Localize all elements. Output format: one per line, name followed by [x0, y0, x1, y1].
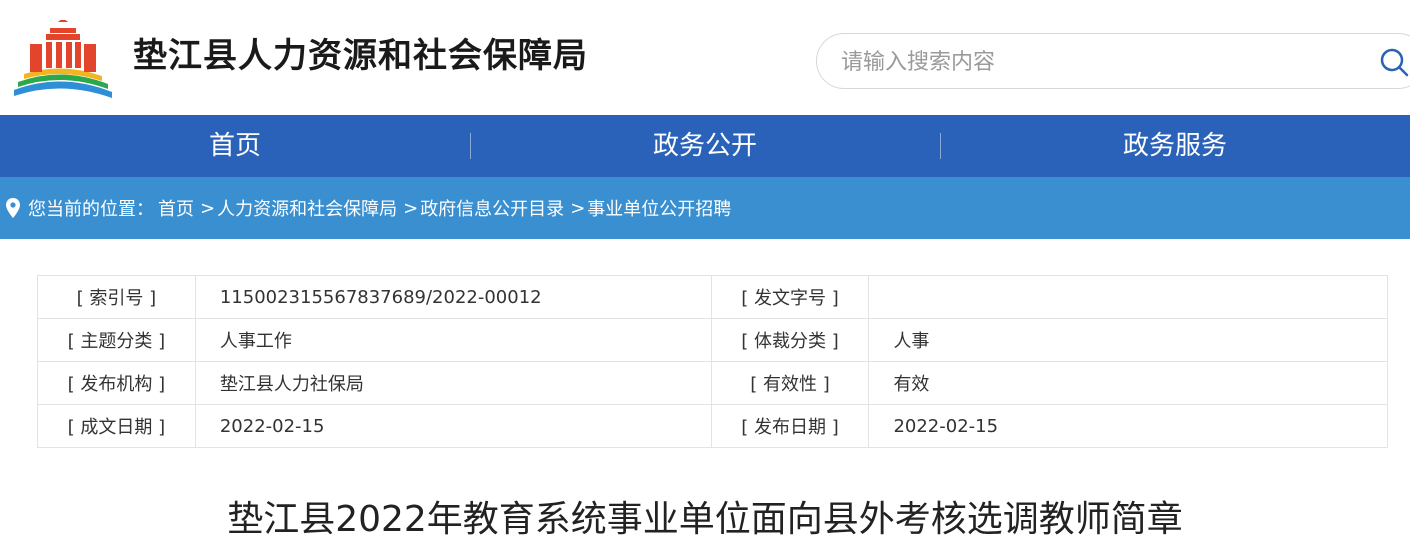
- topic-category-label: [ 主题分类 ]: [37, 318, 196, 362]
- site-header: 垫江县人力资源和社会保障局: [0, 0, 1410, 115]
- search-input[interactable]: [839, 46, 1363, 78]
- breadcrumb-link-recruitment[interactable]: 事业单位公开招聘: [587, 195, 731, 221]
- main-nav: 首页 政务公开 政务服务: [0, 115, 1410, 177]
- validity-label: [ 有效性 ]: [710, 361, 870, 405]
- breadcrumb-link-bureau[interactable]: 人力资源和社会保障局: [217, 195, 397, 221]
- nav-item-government-services[interactable]: 政务服务: [940, 115, 1410, 177]
- document-number-label: [ 发文字号 ]: [710, 275, 870, 319]
- table-row: [ 成文日期 ] 2022-02-15 [ 发布日期 ] 2022-02-15: [37, 404, 1388, 448]
- publish-date-label: [ 发布日期 ]: [710, 404, 870, 448]
- breadcrumb-separator: >: [570, 197, 586, 219]
- index-number-value: 115002315567837689/2022-00012: [194, 275, 712, 319]
- validity-value: 有效: [868, 361, 1388, 405]
- site-title[interactable]: 垫江县人力资源和社会保障局: [133, 28, 588, 77]
- breadcrumb: 您当前的位置： 首页 > 人力资源和社会保障局 > 政府信息公开目录 > 事业单…: [0, 177, 1410, 239]
- breadcrumb-separator: >: [200, 197, 216, 219]
- breadcrumb-link-home[interactable]: 首页: [158, 195, 194, 221]
- table-row: [ 发布机构 ] 垫江县人力社保局 [ 有效性 ] 有效: [37, 361, 1388, 405]
- topic-category-value: 人事工作: [194, 318, 712, 362]
- genre-category-value: 人事: [868, 318, 1388, 362]
- document-metadata-table: [ 索引号 ] 115002315567837689/2022-00012 [ …: [37, 275, 1388, 448]
- publisher-label: [ 发布机构 ]: [37, 361, 196, 405]
- nav-item-government-affairs-disclosure[interactable]: 政务公开: [470, 115, 940, 177]
- article-title: 垫江县2022年教育系统事业单位面向县外考核选调教师简章: [227, 499, 1183, 540]
- genre-category-label: [ 体裁分类 ]: [710, 318, 870, 362]
- publisher-value: 垫江县人力社保局: [194, 361, 712, 405]
- location-pin-icon: [6, 198, 20, 218]
- index-number-label: [ 索引号 ]: [37, 275, 196, 319]
- table-row: [ 索引号 ] 115002315567837689/2022-00012 [ …: [37, 275, 1388, 319]
- document-number-value: [868, 275, 1388, 319]
- breadcrumb-prefix: 您当前的位置：: [28, 199, 154, 220]
- government-building-logo-icon[interactable]: [12, 20, 114, 98]
- table-row: [ 主题分类 ] 人事工作 [ 体裁分类 ] 人事: [37, 318, 1388, 362]
- search-icon[interactable]: [1379, 47, 1409, 77]
- breadcrumb-separator: >: [403, 197, 419, 219]
- drafted-date-value: 2022-02-15: [194, 404, 712, 448]
- drafted-date-label: [ 成文日期 ]: [37, 404, 196, 448]
- publish-date-value: 2022-02-15: [868, 404, 1388, 448]
- search-box: [816, 33, 1410, 89]
- nav-item-home[interactable]: 首页: [0, 115, 470, 177]
- breadcrumb-link-catalog[interactable]: 政府信息公开目录: [420, 195, 564, 221]
